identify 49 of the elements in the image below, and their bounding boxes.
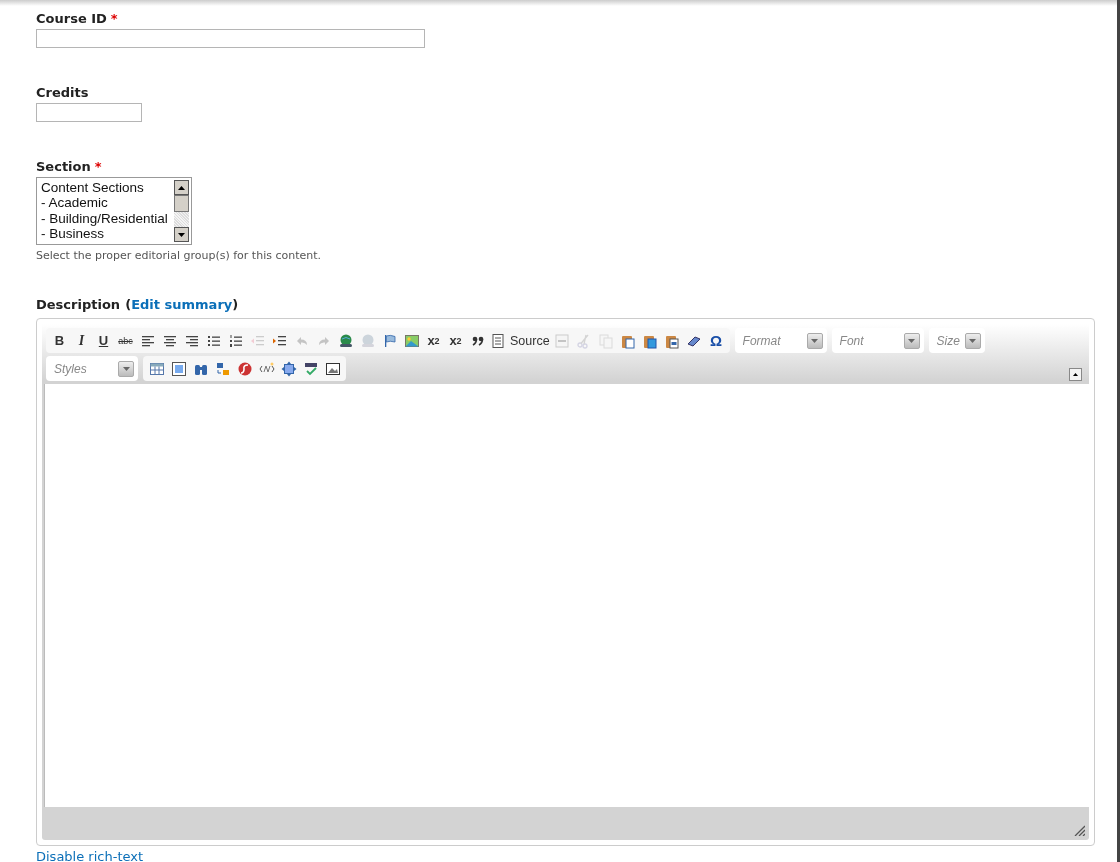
edit-summary-link[interactable]: Edit summary	[131, 297, 233, 312]
field-label: Section	[36, 159, 91, 174]
dropdown-field[interactable]: Styles	[46, 356, 138, 381]
list-option[interactable]: - Building/Residential	[41, 210, 174, 226]
list-option[interactable]: - Business	[41, 225, 174, 242]
scroll-down-icon[interactable]	[174, 227, 189, 242]
globe-unlink-icon	[359, 332, 376, 349]
field-label: Description	[36, 297, 121, 312]
paren: )	[232, 297, 239, 312]
list-option[interactable]: Content Sections	[41, 180, 174, 196]
document-icon	[490, 332, 506, 349]
spellcheck-icon	[302, 360, 319, 377]
resize-handle-icon[interactable]	[1074, 825, 1085, 836]
paren: (	[125, 297, 132, 312]
picture-frame-icon	[324, 360, 341, 377]
required-asterisk: *	[110, 11, 118, 26]
numbered-list-icon	[227, 332, 244, 349]
collapse-toolbar-icon[interactable]	[1069, 368, 1082, 381]
format-button[interactable]: U	[93, 329, 114, 352]
help-text: Select the proper editorial group(s) for this content.	[36, 249, 323, 262]
list-option[interactable]: - Academic	[41, 195, 174, 211]
caret-icon	[806, 332, 823, 349]
format-button[interactable]: Ω	[705, 329, 727, 352]
required-asterisk: *	[94, 159, 102, 174]
scrollbar-thumb[interactable]	[174, 195, 189, 212]
field-label: Credits	[36, 85, 89, 100]
dropdown-field[interactable]: Font	[831, 328, 924, 353]
scroll-up-icon[interactable]	[174, 180, 189, 195]
dropdown-field[interactable]: Size	[928, 328, 985, 353]
globe-link-icon	[337, 332, 354, 349]
format-button[interactable]: B	[49, 329, 70, 352]
caret-icon	[964, 332, 981, 349]
caret-icon	[118, 360, 134, 377]
image-icon	[403, 332, 420, 349]
flash-icon	[236, 360, 253, 377]
table-icon	[148, 360, 165, 377]
text-field[interactable]	[36, 103, 142, 122]
field-label: Course ID	[36, 11, 107, 26]
dropdown-field[interactable]: Format	[734, 328, 827, 353]
format-button[interactable]: abc	[115, 329, 136, 352]
source-button[interactable]: Source	[489, 329, 551, 352]
select-all-icon	[170, 360, 187, 377]
format-button[interactable]: x$^{2}$	[423, 329, 444, 352]
format-button[interactable]: I	[71, 329, 92, 352]
text-field[interactable]	[36, 29, 425, 48]
replace-text-icon	[214, 360, 231, 377]
caret-icon	[903, 332, 920, 349]
section-listbox[interactable]: Content Sections - Academic - Building/Residential - Business	[36, 177, 192, 245]
disable-rich-text-link[interactable]: Disable rich-text	[36, 849, 144, 862]
